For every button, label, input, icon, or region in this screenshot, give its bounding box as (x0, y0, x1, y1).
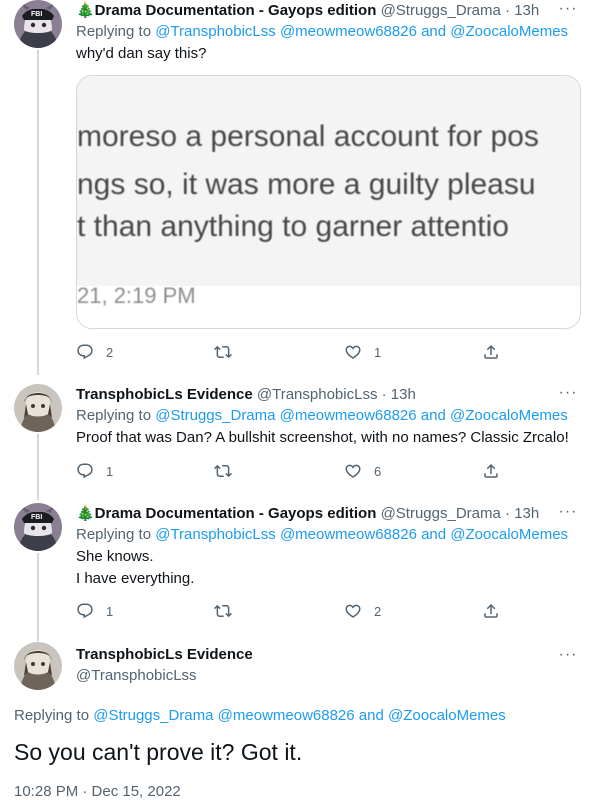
like-icon (344, 343, 362, 361)
more-icon[interactable]: ··· (558, 1, 578, 22)
screenshot-text-line: ngs so, it was more a guilty pleasu (77, 168, 536, 201)
like-icon (344, 462, 362, 480)
avatar[interactable] (14, 384, 62, 432)
screenshot-timestamp: 21, 2:19 PM (77, 283, 196, 308)
replying-mentions[interactable]: @TransphobicLss @meowmeow68826 (155, 23, 417, 40)
tweet-text-line: why'd dan say this? (76, 45, 207, 62)
display-name[interactable]: TransphobicLs Evidence (76, 386, 253, 403)
more-icon[interactable]: ··· (558, 504, 578, 525)
avatar[interactable] (14, 642, 62, 690)
retweet-icon (214, 602, 232, 620)
tweet-header: 🎄Drama Documentation - Gayops edition @S… (76, 504, 539, 524)
replying-to: Replying to @Struggs_Drama @meowmeow6882… (14, 706, 506, 726)
tweet-header: 🎄Drama Documentation - Gayops edition @S… (76, 1, 539, 21)
reply-count: 2 (106, 344, 114, 360)
replying-prefix: Replying to (14, 707, 90, 724)
display-name[interactable]: 🎄Drama Documentation - Gayops edition (76, 2, 376, 19)
share-button[interactable] (482, 601, 500, 621)
thread-line (37, 553, 39, 641)
thread-line (37, 434, 39, 500)
tweet-image[interactable]: moreso a personal account for pos ngs so… (76, 75, 581, 329)
reply-button[interactable]: 1 (76, 461, 113, 481)
share-button[interactable] (482, 342, 500, 362)
retweet-icon (214, 343, 232, 361)
replying-prefix: Replying to (76, 23, 152, 40)
replying-mentions[interactable]: @Struggs_Drama @meowmeow68826 (155, 407, 416, 424)
retweet-button[interactable] (214, 601, 244, 621)
like-button[interactable]: 6 (344, 461, 381, 481)
replying-and: and (420, 407, 446, 424)
reply-count: 1 (106, 463, 114, 479)
tweet-text: She knows. I have everything. (76, 546, 194, 590)
tweet-text-line: She knows. (76, 548, 154, 565)
tweet-2[interactable]: TransphobicLs Evidence @TransphobicLss ·… (0, 384, 592, 500)
reply-button[interactable]: 1 (76, 601, 113, 621)
replying-prefix: Replying to (76, 526, 152, 543)
user-handle[interactable]: @TransphobicLss (257, 386, 378, 403)
separator-dot: · (505, 505, 511, 522)
tweet-text-line: I have everything. (76, 570, 195, 587)
user-handle[interactable]: @Struggs_Drama (381, 2, 501, 19)
tweet-text: So you can't prove it? Got it. (14, 739, 303, 765)
replying-mention-last[interactable]: @ZoocaloMemes (450, 23, 568, 40)
reply-icon (76, 343, 94, 361)
screenshot-text-line: t than anything to garner attentio (77, 210, 509, 243)
tweet-text: Proof that was Dan? A bullshit screensho… (76, 427, 569, 449)
screenshot-image: moreso a personal account for pos ngs so… (77, 76, 580, 328)
user-handle[interactable]: @TransphobicLss (76, 666, 197, 686)
tweet-time[interactable]: 13h (514, 2, 539, 19)
reply-button[interactable]: 2 (76, 342, 113, 362)
replying-mention-last[interactable]: @ZoocaloMemes (450, 526, 568, 543)
replying-to: Replying to @Struggs_Drama @meowmeow6882… (76, 406, 568, 426)
reply-icon (76, 602, 94, 620)
replying-mention-last[interactable]: @ZoocaloMemes (388, 707, 506, 724)
retweet-icon (214, 462, 232, 480)
replying-to: Replying to @TransphobicLss @meowmeow688… (76, 525, 568, 545)
tweet-actions: 2 1 (76, 342, 516, 362)
separator-dot: · (381, 386, 387, 403)
screenshot-text-line: moreso a personal account for pos (77, 120, 539, 153)
thread-line (37, 50, 39, 375)
separator-dot: · (505, 2, 511, 19)
like-icon (344, 602, 362, 620)
reply-icon (76, 462, 94, 480)
like-count: 6 (374, 463, 382, 479)
like-button[interactable]: 2 (344, 601, 381, 621)
like-count: 2 (374, 603, 382, 619)
user-handle[interactable]: @Struggs_Drama (381, 505, 501, 522)
replying-mentions[interactable]: @Struggs_Drama @meowmeow68826 (93, 707, 354, 724)
tweet-1[interactable]: 🎄Drama Documentation - Gayops edition @S… (0, 0, 592, 375)
avatar[interactable] (14, 503, 62, 551)
replying-and: and (358, 707, 384, 724)
share-icon (482, 343, 500, 361)
share-button[interactable] (482, 461, 500, 481)
more-icon[interactable]: ··· (558, 385, 578, 406)
like-button[interactable]: 1 (344, 342, 381, 362)
tweet-time[interactable]: 13h (514, 505, 539, 522)
replying-prefix: Replying to (76, 407, 152, 424)
share-icon (482, 602, 500, 620)
tweet-text-line: Proof that was Dan? A bullshit screensho… (76, 429, 569, 446)
replying-and: and (421, 23, 447, 40)
retweet-button[interactable] (214, 461, 244, 481)
tweet-actions: 1 2 (76, 601, 516, 621)
replying-and: and (421, 526, 447, 543)
share-icon (482, 462, 500, 480)
reply-count: 1 (106, 603, 114, 619)
more-icon[interactable]: ··· (558, 647, 578, 668)
tweet-3[interactable]: 🎄Drama Documentation - Gayops edition @S… (0, 503, 592, 641)
display-name[interactable]: TransphobicLs Evidence (76, 645, 253, 665)
tweet-timestamp[interactable]: 10:28 PM · Dec 15, 2022 (14, 782, 181, 802)
tweet-actions: 1 6 (76, 461, 516, 481)
replying-mentions[interactable]: @TransphobicLss @meowmeow68826 (155, 526, 417, 543)
display-name[interactable]: 🎄Drama Documentation - Gayops edition (76, 505, 376, 522)
tweet-header: TransphobicLs Evidence @TransphobicLss ·… (76, 385, 416, 405)
tweet-text: why'd dan say this? (76, 43, 206, 65)
retweet-button[interactable] (214, 342, 244, 362)
avatar[interactable] (14, 0, 62, 48)
replying-mention-last[interactable]: @ZoocaloMemes (450, 407, 568, 424)
replying-to: Replying to @TransphobicLss @meowmeow688… (76, 22, 568, 42)
like-count: 1 (374, 344, 382, 360)
tweet-time[interactable]: 13h (391, 386, 416, 403)
